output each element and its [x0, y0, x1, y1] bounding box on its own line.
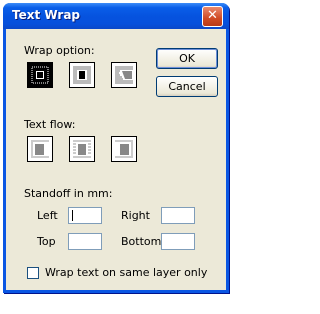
wrap-none-button[interactable] [27, 62, 53, 88]
title-bar[interactable]: Text Wrap ✕ [3, 3, 229, 29]
close-icon: ✕ [207, 8, 218, 23]
right-label: Right [121, 209, 150, 222]
left-standoff-input[interactable] [68, 207, 102, 224]
top-standoff-input[interactable] [68, 233, 102, 250]
flow-left-icon [27, 136, 53, 162]
flow-both-sides-icon [69, 136, 95, 162]
text-wrap-dialog: Text Wrap ✕ Wrap option: OK Cancel Text … [3, 3, 229, 293]
cancel-button[interactable]: Cancel [156, 76, 218, 97]
flow-right-button[interactable] [111, 136, 137, 162]
ok-button[interactable]: OK [156, 48, 218, 69]
bottom-standoff-input[interactable] [161, 233, 195, 250]
wrap-irregular-button[interactable] [111, 62, 137, 88]
same-layer-checkbox[interactable] [27, 267, 39, 279]
wrap-irregular-icon [111, 62, 137, 88]
right-standoff-input[interactable] [161, 207, 195, 224]
dialog-title: Text Wrap [12, 8, 81, 22]
flow-left-button[interactable] [27, 136, 53, 162]
bottom-label: Bottom [121, 235, 162, 248]
top-label: Top [37, 235, 56, 248]
left-label: Left [37, 209, 58, 222]
wrap-around-frame-button[interactable] [69, 62, 95, 88]
wrap-option-label: Wrap option: [24, 44, 95, 57]
flow-both-sides-button[interactable] [69, 136, 95, 162]
text-caret [72, 210, 73, 221]
wrap-around-frame-icon [69, 62, 95, 88]
wrap-none-icon [27, 62, 53, 88]
standoff-label: Standoff in mm: [24, 187, 113, 200]
flow-right-icon [111, 136, 137, 162]
same-layer-label[interactable]: Wrap text on same layer only [45, 266, 207, 279]
text-flow-label: Text flow: [24, 118, 76, 131]
close-button[interactable]: ✕ [202, 6, 223, 27]
